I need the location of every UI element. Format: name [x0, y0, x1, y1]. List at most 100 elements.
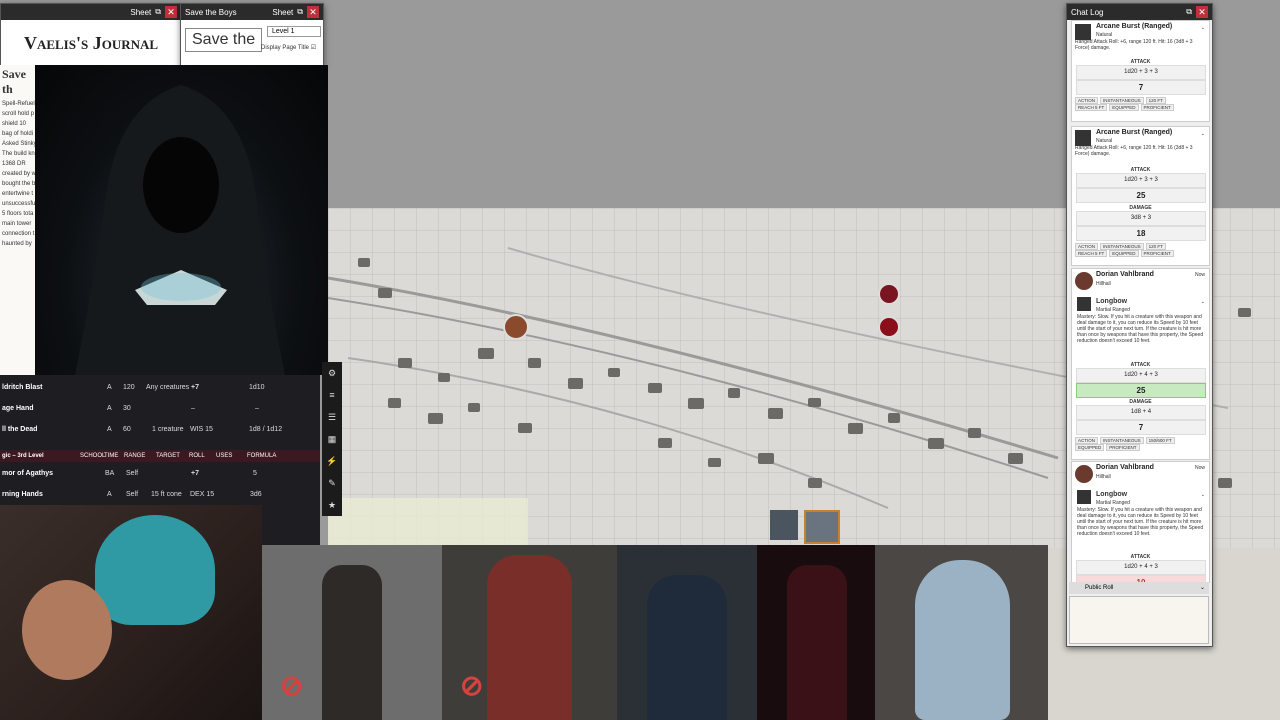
spell-formula[interactable]: 5	[253, 470, 257, 477]
journal-text: Save th Spell-Refuel scroll hold p shiel…	[0, 65, 36, 375]
spell-roll[interactable]: WIS 15	[190, 426, 213, 433]
roll-card: Arcane Burst (Ranged) Natural Ranged Att…	[1071, 126, 1210, 266]
tag-list: ACTION INSTANTANEOUS 150/600 FT EQUIPPED PR…	[1075, 437, 1207, 451]
tag: ACTION	[1075, 243, 1099, 250]
spell-time: A	[107, 491, 112, 498]
sheet-button[interactable]: Sheet	[272, 8, 293, 17]
damage-formula: 3d8 + 3	[1076, 211, 1206, 226]
column-header: RANGE	[124, 453, 146, 459]
spell-range: Self	[126, 470, 139, 477]
card-title: Longbow	[1096, 298, 1128, 305]
speaker-name: Dorian Vahlbrand	[1096, 271, 1154, 278]
spell-row[interactable]: ldritch Blast A 120 Any creatures +7 1d1…	[0, 380, 320, 400]
spell-range: 30	[123, 405, 131, 412]
tag: ACTION	[1075, 437, 1099, 444]
attack-formula: 1d20 + 4 + 3	[1076, 560, 1206, 575]
chevron-down-icon[interactable]: ⌄	[1201, 131, 1205, 137]
spell-formula: –	[255, 405, 259, 412]
chevron-down-icon[interactable]: ⌄	[1201, 492, 1205, 498]
popout-icon[interactable]: ⧉	[297, 7, 303, 17]
spell-time: A	[107, 405, 112, 412]
spell-formula[interactable]: 1d10	[249, 384, 265, 391]
character-figure	[647, 575, 727, 720]
turn-portrait[interactable]	[770, 510, 798, 540]
enemy-token[interactable]	[878, 316, 900, 338]
journal-line: created by w	[2, 171, 36, 177]
attack-total[interactable]: 25	[1076, 188, 1206, 203]
character-figure	[322, 565, 382, 720]
spell-name: rning Hands	[2, 491, 43, 498]
journal-line: connection t	[2, 231, 35, 237]
popout-icon[interactable]: ⧉	[155, 7, 161, 17]
display-page-title-label: Display Page Title	[261, 45, 310, 51]
layers-icon[interactable]: ≡	[325, 388, 339, 402]
hooded-figure-illustration	[75, 85, 285, 375]
grid-icon[interactable]: ▦	[325, 432, 339, 446]
journal-line: bought the b	[2, 181, 36, 187]
save-body: Save the Level 1 Display Page Title ☑	[181, 20, 323, 66]
spell-row[interactable]: rning Hands A Self 15 ft cone DEX 15 3d6	[0, 487, 320, 507]
close-icon[interactable]: ✕	[165, 6, 177, 18]
sheet-button[interactable]: Sheet	[130, 8, 151, 17]
spell-time: A	[107, 426, 112, 433]
damage-total[interactable]: 7	[1076, 420, 1206, 435]
chevron-down-icon[interactable]: ⌄	[1201, 25, 1205, 31]
spell-roll[interactable]: +7	[191, 384, 199, 391]
enemy-token[interactable]	[878, 283, 900, 305]
star-icon[interactable]: ★	[325, 498, 339, 512]
roll-mode-label: Public Roll	[1085, 585, 1114, 591]
avatar	[1075, 272, 1093, 290]
tag-list: ACTION INSTANTANEOUS 120 FT REACH 5 FT EQUI…	[1075, 243, 1207, 257]
card-subtitle: Natural	[1096, 32, 1113, 38]
speaker-subtitle: Hillhall	[1096, 474, 1111, 480]
journal-heading: Save th	[2, 67, 26, 96]
journal-line: The build kn	[2, 151, 35, 157]
pen-icon[interactable]: ✎	[325, 476, 339, 490]
player-token[interactable]	[503, 314, 529, 340]
webcam-feed	[0, 505, 262, 720]
display-page-title-toggle[interactable]: Display Page Title ☑	[261, 44, 316, 51]
spell-formula[interactable]: 3d6	[250, 491, 262, 498]
tag: 120 FT	[1145, 243, 1166, 250]
turn-portrait[interactable]	[804, 510, 840, 544]
spell-name: mor of Agathys	[2, 470, 54, 477]
timestamp: Now	[1194, 272, 1205, 278]
card-title: Arcane Burst (Ranged)	[1096, 129, 1173, 136]
close-icon[interactable]: ✕	[307, 6, 319, 18]
character-portrait: ⊘	[262, 545, 442, 720]
level-select[interactable]: Level 1	[267, 26, 321, 37]
window-title: Save the Boys	[185, 7, 237, 17]
timestamp: Now	[1194, 465, 1205, 471]
damage-formula: 1d8 + 4	[1076, 405, 1206, 420]
close-icon[interactable]: ✕	[1196, 6, 1208, 18]
card-subtitle: Martial Ranged	[1096, 500, 1130, 506]
attack-formula: 1d20 + 3 + 3	[1076, 65, 1206, 80]
spell-range: 60	[123, 426, 131, 433]
journal-line: haunted by	[2, 241, 32, 247]
gear-icon[interactable]: ⚙	[325, 366, 339, 380]
list-icon[interactable]: ☰	[325, 410, 339, 424]
page-title-input[interactable]: Save the	[185, 28, 263, 52]
spell-roll[interactable]: DEX 15	[190, 491, 214, 498]
spell-name: ll the Dead	[2, 426, 38, 433]
spell-row[interactable]: ll the Dead A 60 1 creature WIS 15 1d8 /…	[0, 422, 320, 442]
spell-time: A	[107, 384, 112, 391]
popout-icon[interactable]: ⧉	[1186, 7, 1192, 17]
chevron-down-icon[interactable]: ⌄	[1201, 299, 1205, 305]
spell-formula[interactable]: 1d8 / 1d12	[249, 426, 282, 433]
journal-line: 5 floors tota	[2, 211, 34, 217]
spell-row[interactable]: age Hand A 30 – –	[0, 401, 320, 421]
chat-title: Chat Log	[1071, 7, 1104, 17]
chat-input[interactable]	[1069, 596, 1209, 644]
spell-row[interactable]: mor of Agathys BA Self +7 5	[0, 466, 320, 486]
save-the-boys-window: Save the Boys Sheet ⧉ ✕ Save the Level 1…	[180, 3, 324, 67]
attack-total[interactable]: 7	[1076, 80, 1206, 95]
roll-mode-select[interactable]: Public Roll ⌄	[1069, 582, 1209, 594]
spell-target: 1 creature	[152, 426, 184, 433]
lightning-icon[interactable]: ⚡	[325, 454, 339, 468]
damage-total[interactable]: 18	[1076, 226, 1206, 241]
character-portrait	[875, 545, 1048, 720]
spell-roll[interactable]: +7	[191, 470, 199, 477]
column-header: ROLL	[189, 453, 205, 459]
attack-total-crit[interactable]: 25	[1076, 383, 1206, 398]
